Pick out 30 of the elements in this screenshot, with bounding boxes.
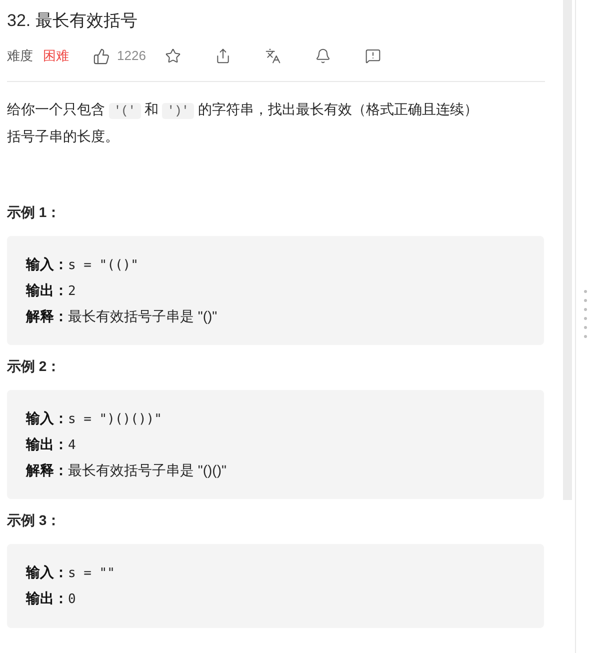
like-button[interactable]: 1226 <box>93 46 146 66</box>
example-value: 4 <box>68 437 76 455</box>
example-value: 最长有效括号子串是 "()" <box>68 307 218 326</box>
example-value: s = ")()())" <box>68 411 162 429</box>
example-label: 输出： <box>26 589 68 608</box>
drag-handle-icon[interactable] <box>584 290 587 338</box>
bell-button[interactable] <box>314 47 332 65</box>
example-value: 2 <box>68 283 76 301</box>
feedback-button[interactable] <box>364 47 382 65</box>
example-value: s = "" <box>68 565 115 583</box>
problem-title: 32. 最长有效括号 <box>7 10 138 32</box>
example-label: 输入： <box>26 563 68 582</box>
example-value: 最长有效括号子串是 "()()" <box>68 461 226 480</box>
difficulty-label: 难度 <box>7 47 33 66</box>
example-label: 输出： <box>26 281 68 300</box>
example-label: 解释： <box>26 461 68 480</box>
example-heading: 示例 3： <box>7 511 62 530</box>
example-heading: 示例 1： <box>7 203 62 222</box>
difficulty-level: 困难 <box>43 47 69 66</box>
example-label: 输出： <box>26 435 68 454</box>
translate-button[interactable] <box>264 47 282 65</box>
example-value: s = "(()" <box>68 257 138 275</box>
thumbs-up-icon <box>93 48 110 64</box>
example-label: 解释： <box>26 307 68 326</box>
example-label: 输入： <box>26 409 68 428</box>
example-heading: 示例 2： <box>7 357 62 376</box>
problem-description: 给你一个只包含 '(' 和 ')' 的字符串，找出最长有效（格式正确且连续）括号子串的长度。 <box>7 100 479 146</box>
example-value: 0 <box>68 591 76 609</box>
star-button[interactable] <box>164 47 182 65</box>
example-label: 输入： <box>26 255 68 274</box>
